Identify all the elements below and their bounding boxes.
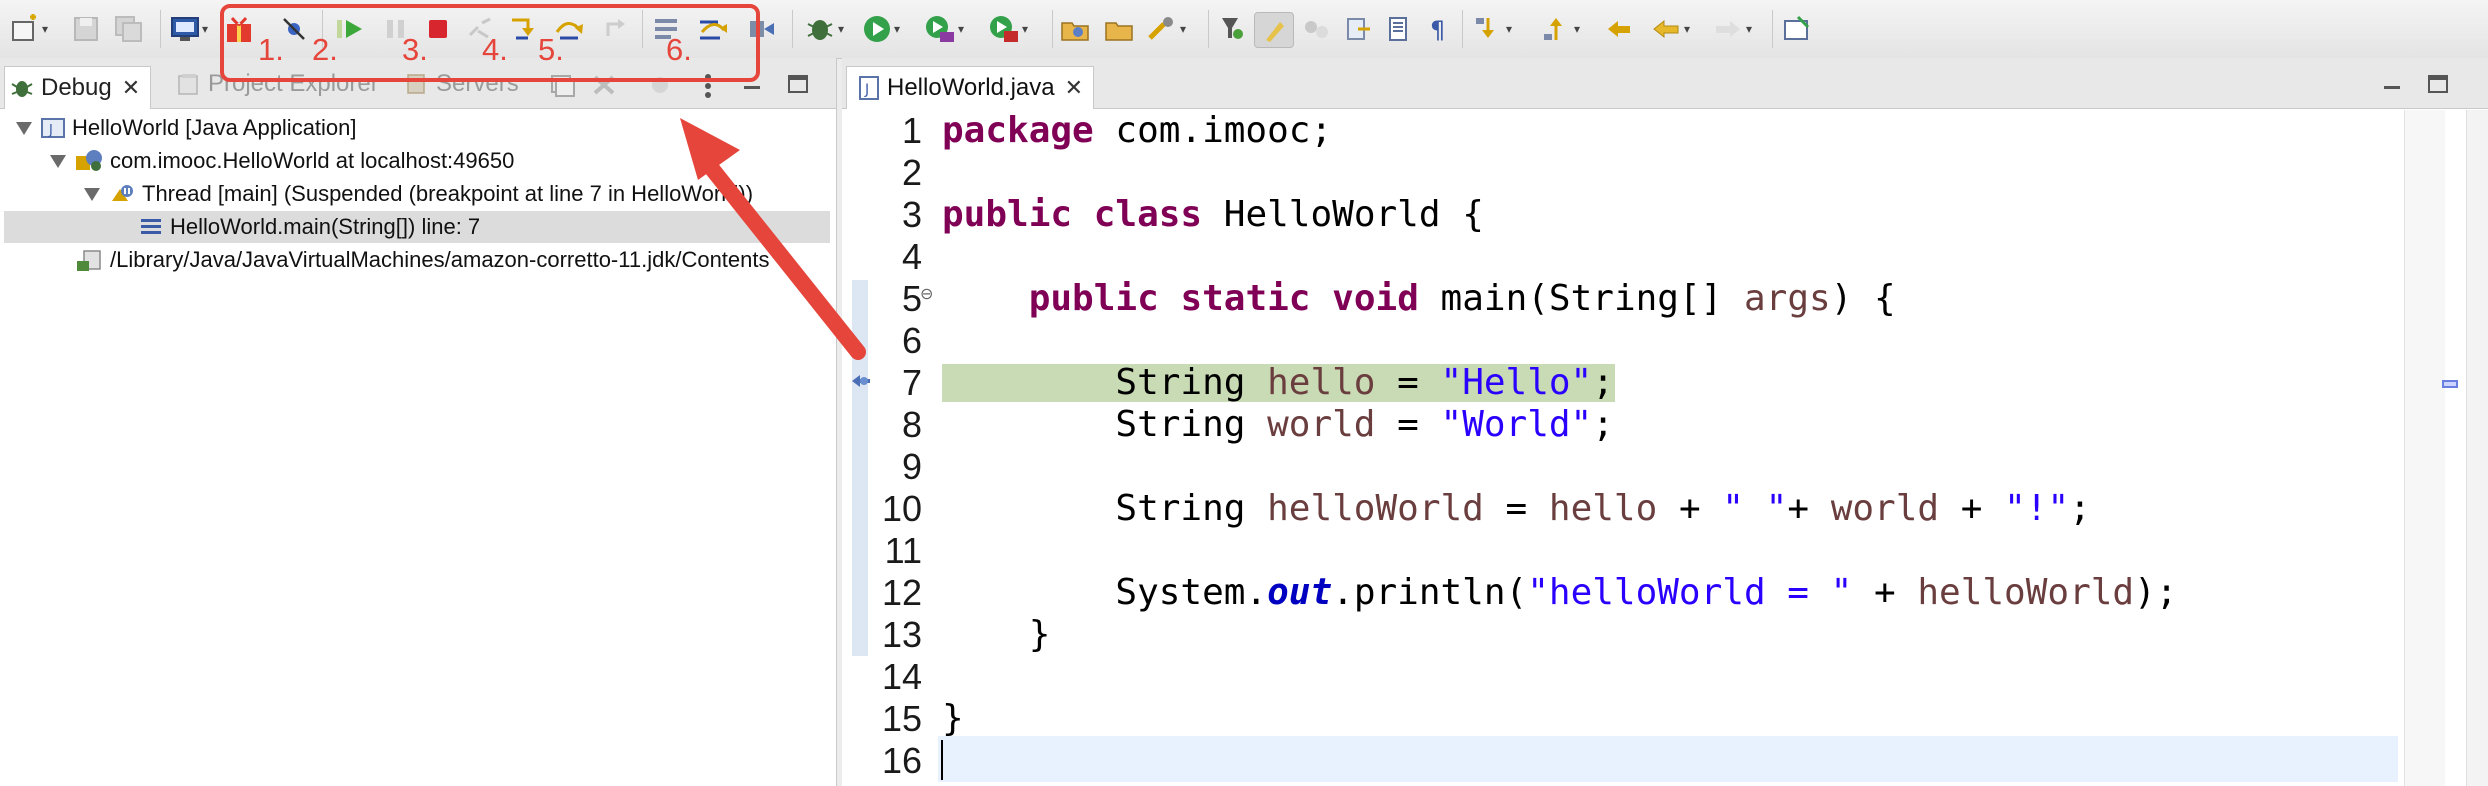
annotation-arrow <box>680 118 866 360</box>
